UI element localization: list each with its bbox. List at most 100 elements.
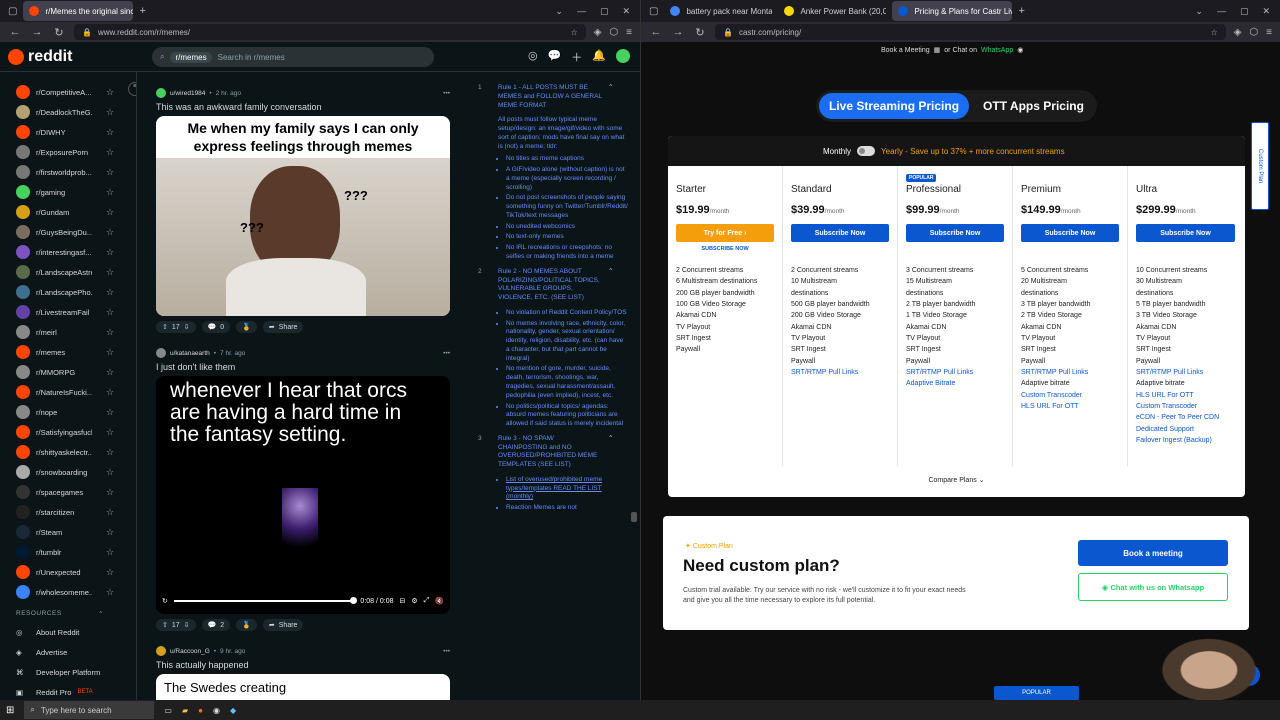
bookmark-star-icon[interactable]: ☆	[1211, 28, 1218, 37]
advertise-icon[interactable]: ◎	[528, 49, 538, 65]
subscribe-now-button[interactable]: Subscribe Now	[1021, 224, 1119, 242]
file-explorer-icon[interactable]: ▰	[182, 706, 188, 715]
minimize-icon[interactable]: —	[1217, 6, 1226, 17]
sidebar-subreddit-item[interactable]: r/Steam ☆	[0, 522, 136, 542]
plan-feature[interactable]: eCDN - Peer To Peer CDN	[1136, 412, 1235, 423]
sidebar-subreddit-item[interactable]: r/LivestreamFail ☆	[0, 302, 136, 322]
collapse-icon[interactable]: ⌃	[608, 435, 613, 470]
favorite-star-icon[interactable]: ☆	[106, 287, 114, 298]
tab-reddit[interactable]: r/Memes the original since 20 ✕	[23, 1, 134, 21]
window-menu-icon[interactable]: ▢	[649, 6, 658, 17]
minimize-icon[interactable]: —	[577, 6, 586, 17]
resources-heading[interactable]: RESOURCES ⌃	[0, 602, 120, 622]
favorite-star-icon[interactable]: ☆	[106, 427, 114, 438]
shield-icon[interactable]: ◈	[1234, 27, 1242, 38]
mute-icon[interactable]: 🔇	[435, 597, 444, 605]
plan-feature[interactable]: HLS URL For OTT	[1021, 401, 1119, 412]
sidebar-subreddit-item[interactable]: r/LandscapeAstro ☆	[0, 262, 136, 282]
maximize-icon[interactable]: ▢	[1240, 6, 1249, 17]
post-title[interactable]: This was an awkward family conversation	[148, 100, 460, 116]
plan-feature[interactable]: SRT/RTMP Pull Links	[1136, 367, 1235, 378]
resource-link[interactable]: ⌘ Developer Platform	[0, 662, 136, 682]
forward-icon[interactable]: →	[30, 26, 44, 38]
post-card[interactable]: u/Raccoon_G • 9 hr. ago ••• This actuall…	[148, 644, 460, 700]
resource-link[interactable]: ◈ Advertise	[0, 642, 136, 662]
book-meeting-link[interactable]: Book a Meeting	[881, 47, 930, 54]
subscribe-now-button[interactable]: Subscribe Now	[791, 224, 889, 242]
settings-icon[interactable]: ⚙	[411, 597, 417, 605]
tab-ott-apps[interactable]: OTT Apps Pricing	[973, 93, 1094, 119]
close-window-icon[interactable]: ✕	[622, 6, 630, 17]
reddit-logo[interactable]: reddit	[8, 48, 72, 66]
tab-list-icon[interactable]: ⌄	[1195, 6, 1203, 17]
sidebar-subreddit-item[interactable]: r/NatureIsFucki... ☆	[0, 382, 136, 402]
favorite-star-icon[interactable]: ☆	[106, 507, 114, 518]
sidebar-subreddit-item[interactable]: r/wholesomeme... ☆	[0, 582, 136, 602]
favorite-star-icon[interactable]: ☆	[106, 567, 114, 578]
sidebar-collapse-icon[interactable]: ≡	[128, 82, 136, 96]
comments-button[interactable]: 💬 2	[201, 619, 231, 631]
create-post-icon[interactable]: ＋	[571, 49, 582, 65]
windows-start-icon[interactable]: ⊞	[6, 705, 14, 716]
extensions-icon[interactable]: ⬡	[1249, 27, 1258, 38]
sidebar-subreddit-item[interactable]: r/GuysBeingDu... ☆	[0, 222, 136, 242]
firefox-icon[interactable]: ●	[198, 706, 203, 715]
tab-list-icon[interactable]: ⌄	[555, 6, 563, 17]
window-menu-icon[interactable]: ▢	[8, 6, 17, 17]
sidebar-subreddit-item[interactable]: r/starcitizen ☆	[0, 502, 136, 522]
award-button[interactable]: 🏅	[236, 321, 257, 333]
sidebar-subreddit-item[interactable]: r/Satisfyingasfuck ☆	[0, 422, 136, 442]
tab-castr[interactable]: Pricing & Plans for Castr Live V ✕	[892, 1, 1013, 21]
favorite-star-icon[interactable]: ☆	[106, 467, 114, 478]
favorite-star-icon[interactable]: ☆	[106, 487, 114, 498]
back-icon[interactable]: ←	[649, 26, 663, 38]
favorite-star-icon[interactable]: ☆	[106, 527, 114, 538]
tab-search[interactable]: battery pack near Montana - G	[664, 1, 772, 21]
rule-title[interactable]: Rule 2 - NO MEMES ABOUT POLARIZING/POLIT…	[498, 268, 602, 303]
post-video[interactable]: whenever I hear that orcs are having a h…	[156, 376, 450, 614]
steam-icon[interactable]: ◆	[230, 706, 236, 715]
address-bar[interactable]: 🔒 www.reddit.com/r/memes/ ☆	[74, 24, 586, 40]
try-for-free-button[interactable]: Try for Free ›	[676, 224, 774, 242]
favorite-star-icon[interactable]: ☆	[106, 187, 114, 198]
sidebar-subreddit-item[interactable]: r/CompetitiveA... ☆	[0, 82, 136, 102]
sidebar-subreddit-item[interactable]: r/DeadlockTheG... ☆	[0, 102, 136, 122]
address-bar[interactable]: 🔒 castr.com/pricing/ ☆	[715, 24, 1226, 40]
rule-title[interactable]: Rule 1 - ALL POSTS MUST BE MEMES and FOL…	[498, 84, 602, 110]
favorite-star-icon[interactable]: ☆	[106, 547, 114, 558]
share-button[interactable]: ➦ Share	[262, 321, 304, 333]
post-card[interactable]: u/wired1984 • 2 hr. ago ••• This was an …	[148, 86, 460, 338]
post-title[interactable]: I just don't like them	[148, 360, 460, 376]
plan-feature[interactable]: HLS URL For OTT	[1136, 390, 1235, 401]
fullscreen-icon[interactable]: ⤢	[424, 597, 430, 605]
sidebar-subreddit-item[interactable]: r/Unexpected ☆	[0, 562, 136, 582]
plan-feature[interactable]: SRT/RTMP Pull Links	[906, 367, 1004, 378]
favorite-star-icon[interactable]: ☆	[106, 127, 114, 138]
plan-feature[interactable]: SRT/RTMP Pull Links	[1021, 367, 1119, 378]
replay-icon[interactable]: ↻	[162, 597, 168, 605]
whatsapp-link[interactable]: WhatsApp	[981, 47, 1013, 54]
reddit-search-bar[interactable]: ⌕ r/memes Search in r/memes	[152, 47, 434, 67]
close-window-icon[interactable]: ✕	[1262, 6, 1270, 17]
avatar[interactable]	[156, 348, 166, 358]
video-progress[interactable]	[173, 597, 358, 604]
favorite-star-icon[interactable]: ☆	[106, 207, 114, 218]
scrollbar[interactable]	[630, 72, 638, 700]
subscribe-now-button[interactable]: Subscribe Now	[1136, 224, 1235, 242]
subscribe-now-link[interactable]: SUBSCRIBE NOW	[676, 246, 774, 253]
avatar[interactable]	[616, 49, 630, 63]
collapse-icon[interactable]: ⌃	[608, 84, 613, 110]
avatar[interactable]	[156, 88, 166, 98]
favorite-star-icon[interactable]: ☆	[106, 247, 114, 258]
rule-block[interactable]: 2 Rule 2 - NO MEMES ABOUT POLARIZING/POLI…	[478, 264, 628, 429]
captions-icon[interactable]: ⊟	[400, 597, 406, 605]
resource-link[interactable]: ▣ Reddit Pro BETA	[0, 682, 136, 700]
more-options-icon[interactable]: •••	[443, 90, 450, 97]
favorite-star-icon[interactable]: ☆	[106, 407, 114, 418]
plan-feature[interactable]: SRT/RTMP Pull Links	[791, 367, 889, 378]
sidebar-subreddit-item[interactable]: r/firstworldprob... ☆	[0, 162, 136, 182]
compare-plans-link[interactable]: Compare Plans ⌄	[668, 466, 1245, 484]
rule-block[interactable]: 1 Rule 1 - ALL POSTS MUST BE MEMES and FO…	[478, 80, 628, 262]
tab-anker[interactable]: Anker Power Bank (20,000mAh	[778, 1, 886, 21]
post-image[interactable]: The Swedes creating	[156, 674, 450, 700]
